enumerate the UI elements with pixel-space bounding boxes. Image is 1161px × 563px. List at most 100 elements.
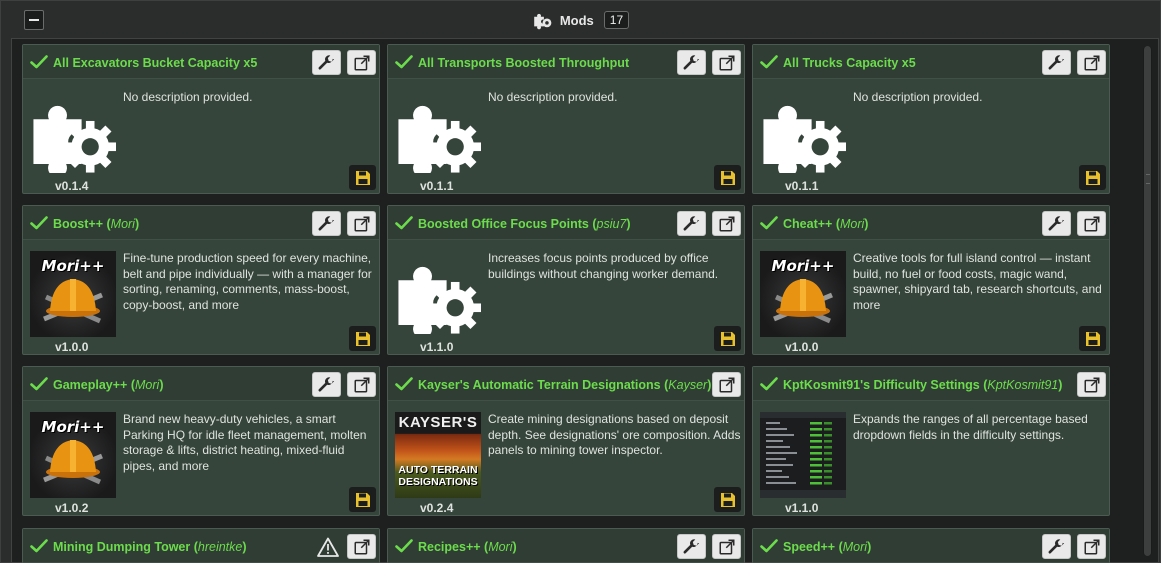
open-external-button[interactable] [1077, 372, 1106, 397]
puzzle-gear-icon [395, 254, 481, 334]
mod-description: Increases focus points produced by offic… [488, 251, 719, 281]
mod-author: psiu7 [596, 217, 627, 231]
mod-card: Cheat++ (Mori) Mori++ Creative tools for f… [752, 205, 1110, 355]
settings-button[interactable] [1042, 211, 1071, 236]
save-button[interactable] [714, 326, 741, 351]
mori-logo-image: Mori++ [30, 251, 116, 337]
wrench-icon [1048, 215, 1066, 233]
mod-card: Gameplay++ (Mori) Mori++ Brand new heavy-d… [22, 366, 380, 516]
wrench-icon [683, 538, 701, 556]
open-external-button[interactable] [1077, 534, 1106, 559]
settings-button[interactable] [312, 211, 341, 236]
open-external-button[interactable] [712, 211, 741, 236]
open-external-icon [718, 538, 736, 556]
open-external-icon [353, 538, 371, 556]
mod-card-header: Cheat++ (Mori) [753, 206, 1109, 240]
mod-description: No description provided. [488, 90, 618, 104]
save-button[interactable] [1079, 326, 1106, 351]
settings-button[interactable] [1042, 50, 1071, 75]
mod-description: No description provided. [853, 90, 983, 104]
check-icon[interactable] [30, 216, 48, 230]
mod-title: Gameplay++ (Mori) [53, 378, 164, 392]
open-external-button[interactable] [712, 534, 741, 559]
open-external-button[interactable] [712, 372, 741, 397]
wrench-icon [318, 215, 336, 233]
mod-card-header: Boost++ (Mori) [23, 206, 379, 240]
settings-button[interactable] [1042, 534, 1071, 559]
mod-thumbnail [395, 90, 481, 176]
open-external-icon [718, 54, 736, 72]
mod-card: Boosted Office Focus Points (psiu7) Incre… [387, 205, 745, 355]
hard-hat-graphic [43, 279, 103, 324]
save-button[interactable] [349, 165, 376, 190]
mod-card: Mining Dumping Tower (hreintke) [22, 528, 380, 563]
save-icon [720, 492, 736, 508]
open-external-button[interactable] [347, 211, 376, 236]
scrollbar[interactable] [1143, 46, 1152, 556]
settings-list-graphic [760, 412, 846, 498]
wrench-icon [1048, 54, 1066, 72]
wrench-icon [1048, 538, 1066, 556]
kayser-logo-image: KAYSER'S AUTO TERRAIN DESIGNATIONS [395, 412, 481, 498]
mod-card: Recipes++ (Mori) [387, 528, 745, 563]
mod-author: hreintke [197, 540, 243, 554]
open-external-button[interactable] [712, 50, 741, 75]
mod-thumbnail [30, 90, 116, 176]
mods-title-text: Mods [559, 12, 594, 28]
mod-description: Fine-tune production speed for every mac… [123, 251, 372, 312]
save-icon [1085, 170, 1101, 186]
check-icon[interactable] [760, 216, 778, 230]
mod-description: No description provided. [123, 90, 253, 104]
open-external-button[interactable] [1077, 50, 1106, 75]
open-external-icon [718, 376, 736, 394]
mod-name: Recipes++ [418, 540, 481, 554]
mod-description: Create mining designations based on depo… [488, 412, 741, 457]
check-icon[interactable] [395, 377, 413, 391]
open-external-icon [1083, 215, 1101, 233]
save-button[interactable] [1079, 165, 1106, 190]
check-icon[interactable] [30, 55, 48, 69]
settings-button[interactable] [677, 50, 706, 75]
hard-hat-graphic [773, 279, 833, 324]
check-icon[interactable] [395, 216, 413, 230]
save-button[interactable] [349, 487, 376, 512]
mod-thumbnail [760, 90, 846, 176]
open-external-button[interactable] [347, 372, 376, 397]
mod-name: All Trucks Capacity x5 [783, 56, 916, 70]
mod-card: Boost++ (Mori) Mori++ Fine-tune production… [22, 205, 380, 355]
open-external-button[interactable] [1077, 211, 1106, 236]
scroll-grip [1146, 174, 1150, 184]
check-icon[interactable] [395, 55, 413, 69]
save-button[interactable] [349, 326, 376, 351]
mod-card: Kayser's Automatic Terrain Designations … [387, 366, 745, 516]
save-icon [720, 331, 736, 347]
mod-thumbnail: KAYSER'S AUTO TERRAIN DESIGNATIONS [395, 412, 481, 498]
mod-title: All Trucks Capacity x5 [783, 56, 916, 70]
collapse-button[interactable] [24, 10, 44, 30]
check-icon[interactable] [395, 539, 413, 553]
check-icon[interactable] [760, 539, 778, 553]
settings-button[interactable] [312, 372, 341, 397]
settings-button[interactable] [677, 534, 706, 559]
check-icon[interactable] [760, 377, 778, 391]
save-button[interactable] [714, 165, 741, 190]
mod-card: All Trucks Capacity x5 No description pro… [752, 44, 1110, 194]
mod-name: Gameplay++ [53, 378, 128, 392]
mod-version: v0.1.4 [55, 179, 89, 193]
puzzle-gear-icon [532, 10, 554, 30]
settings-button[interactable] [677, 211, 706, 236]
mod-card-header: Gameplay++ (Mori) [23, 367, 379, 401]
check-icon[interactable] [760, 55, 778, 69]
mod-version: v0.2.4 [420, 501, 454, 515]
mod-card-header: Mining Dumping Tower (hreintke) [23, 529, 379, 563]
open-external-button[interactable] [347, 50, 376, 75]
save-button[interactable] [714, 487, 741, 512]
check-icon[interactable] [30, 539, 48, 553]
open-external-button[interactable] [347, 534, 376, 559]
mod-card-header: All Trucks Capacity x5 [753, 45, 1109, 79]
scroll-thumb[interactable] [1144, 46, 1151, 556]
wrench-icon [318, 376, 336, 394]
check-icon[interactable] [30, 377, 48, 391]
mods-header: Mods 17 [0, 0, 1161, 38]
settings-button[interactable] [312, 50, 341, 75]
